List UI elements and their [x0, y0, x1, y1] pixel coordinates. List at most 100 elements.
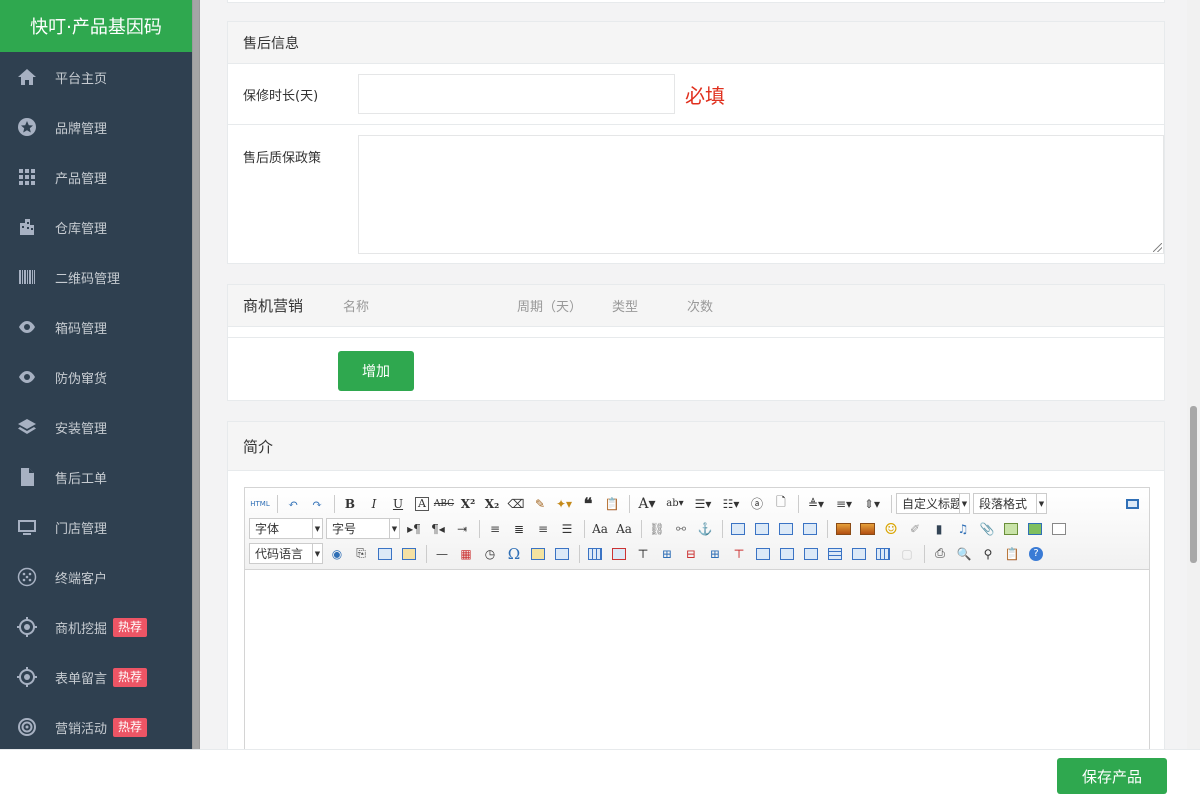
sidebar-scrollbar[interactable] [192, 0, 200, 800]
insert-video-icon[interactable]: ▮ [928, 518, 950, 540]
rtl-direction-icon[interactable]: ¶◂ [427, 518, 449, 540]
strikethrough-icon[interactable]: ABC [433, 493, 455, 515]
sidebar-item-opportunity[interactable]: 商机挖掘 热荐 [0, 602, 192, 652]
sidebar-item-warehouse[interactable]: 仓库管理 [0, 202, 192, 252]
uppercase-icon[interactable]: Aa [589, 518, 611, 540]
format-brush-icon[interactable]: ✎ [529, 493, 551, 515]
paste-plain-icon[interactable]: 📋 [601, 493, 623, 515]
sidebar-item-product[interactable]: 产品管理 [0, 152, 192, 202]
bold-icon[interactable]: B [339, 493, 361, 515]
add-marketing-button[interactable]: 增加 [338, 351, 414, 391]
merge-down-icon[interactable] [800, 543, 822, 565]
simple-upload-icon[interactable] [832, 518, 854, 540]
paragraph-format-select[interactable]: 段落格式 ▼ [973, 493, 1047, 514]
align-right-icon[interactable]: ≡ [532, 518, 554, 540]
sidebar-item-install[interactable]: 安装管理 [0, 402, 192, 452]
select-all-icon[interactable]: ⓐ [746, 493, 768, 515]
link-icon[interactable]: ⛓ [646, 518, 668, 540]
split-to-cols-icon[interactable] [872, 543, 894, 565]
html-source-icon[interactable]: HTML [249, 493, 271, 515]
delete-table-icon[interactable] [608, 543, 630, 565]
insert-col-icon[interactable]: ⊞ [704, 543, 726, 565]
emotion-icon[interactable]: ☺ [880, 518, 902, 540]
fullscreen-icon[interactable] [1121, 493, 1143, 515]
undo-icon[interactable]: ↶ [282, 493, 304, 515]
image-center-icon[interactable] [799, 518, 821, 540]
row-spacing-top-icon[interactable]: ≜▾ [803, 493, 829, 515]
music-icon[interactable]: ♫ [952, 518, 974, 540]
horizontal-rule-icon[interactable]: — [431, 543, 453, 565]
image-left-icon[interactable] [751, 518, 773, 540]
search-icon[interactable]: ⚲ [977, 543, 999, 565]
date-icon[interactable]: ▦ [455, 543, 477, 565]
font-color-icon[interactable]: A▾ [634, 493, 660, 515]
sidebar-scrollbar-thumb[interactable] [193, 0, 199, 800]
insert-paragraph-before-table-icon[interactable]: ⊤ [632, 543, 654, 565]
help-icon[interactable]: ? [1025, 543, 1047, 565]
sidebar-item-qrcode[interactable]: 二维码管理 [0, 252, 192, 302]
code-language-select[interactable]: 代码语言 ▼ [249, 543, 323, 564]
font-family-select[interactable]: 字体 ▼ [249, 518, 323, 539]
split-to-cells-icon[interactable] [824, 543, 846, 565]
merge-cells-icon[interactable] [752, 543, 774, 565]
insert-row-icon[interactable]: ⊞ [656, 543, 678, 565]
page-scrollbar[interactable] [1187, 0, 1200, 800]
superscript-icon[interactable]: X² [457, 493, 479, 515]
scrawl-icon[interactable]: ✐ [904, 518, 926, 540]
background-icon[interactable] [398, 543, 420, 565]
row-spacing-bottom-icon[interactable]: ≡▾ [831, 493, 857, 515]
unlink-icon[interactable]: ⚯ [670, 518, 692, 540]
attachment-icon[interactable]: 📎 [976, 518, 998, 540]
sidebar-item-boxcode[interactable]: 箱码管理 [0, 302, 192, 352]
warranty-days-input[interactable] [358, 74, 675, 114]
lowercase-icon[interactable]: Aa [613, 518, 635, 540]
clear-doc-icon[interactable]: 🗋 [770, 493, 792, 515]
chart-icon[interactable]: ▢ [896, 543, 918, 565]
sidebar-item-form-message[interactable]: 表单留言 热荐 [0, 652, 192, 702]
align-justify-icon[interactable]: ☰ [556, 518, 578, 540]
ordered-list-icon[interactable]: ☰▾ [690, 493, 716, 515]
page-break-icon[interactable]: ⎘ [350, 543, 372, 565]
web-image-icon[interactable]: ◉ [326, 543, 348, 565]
gmap-icon[interactable] [1024, 518, 1046, 540]
sidebar-item-store[interactable]: 门店管理 [0, 502, 192, 552]
special-char-icon[interactable]: Ω [503, 543, 525, 565]
insert-frame-icon[interactable] [1048, 518, 1070, 540]
sidebar-item-ticket[interactable]: 售后工单 [0, 452, 192, 502]
sidebar-item-campaign[interactable]: 营销活动 热荐 [0, 702, 192, 752]
image-right-icon[interactable] [775, 518, 797, 540]
blockquote-icon[interactable]: ❝ [577, 493, 599, 515]
drafts-icon[interactable]: 📋 [1001, 543, 1023, 565]
font-size-select[interactable]: 字号 ▼ [326, 518, 400, 539]
merge-right-icon[interactable] [776, 543, 798, 565]
align-left-icon[interactable]: ≡ [484, 518, 506, 540]
custom-title-select[interactable]: 自定义标题 ▼ [896, 493, 970, 514]
auto-format-icon[interactable]: ✦▾ [553, 493, 575, 515]
search-replace-icon[interactable] [527, 543, 549, 565]
underline-icon[interactable]: U [387, 493, 409, 515]
image-none-icon[interactable] [727, 518, 749, 540]
print-icon[interactable]: ⎙ [929, 543, 951, 565]
editor-content-area[interactable] [245, 570, 1149, 766]
delete-col-icon[interactable]: ⊤ [728, 543, 750, 565]
sidebar-item-home[interactable]: 平台主页 [0, 52, 192, 102]
page-scrollbar-thumb[interactable] [1190, 406, 1197, 563]
italic-icon[interactable]: I [363, 493, 385, 515]
font-border-icon[interactable]: A [415, 496, 429, 511]
policy-textarea[interactable] [358, 135, 1164, 254]
line-height-icon[interactable]: ⇕▾ [859, 493, 885, 515]
redo-icon[interactable]: ↷ [306, 493, 328, 515]
save-product-button[interactable]: 保存产品 [1057, 758, 1167, 794]
delete-row-icon[interactable]: ⊟ [680, 543, 702, 565]
snapscreen-icon[interactable] [551, 543, 573, 565]
indent-icon[interactable]: ⇥ [451, 518, 473, 540]
brand-title[interactable]: 快叮·产品基因码 [0, 0, 192, 52]
eraser-icon[interactable]: ⌫ [505, 493, 527, 515]
time-icon[interactable]: ◷ [479, 543, 501, 565]
map-icon[interactable] [1000, 518, 1022, 540]
ltr-direction-icon[interactable]: ▸¶ [403, 518, 425, 540]
split-to-rows-icon[interactable] [848, 543, 870, 565]
align-center-icon[interactable]: ≣ [508, 518, 530, 540]
resize-grip-icon[interactable] [1153, 243, 1162, 252]
subscript-icon[interactable]: X₂ [481, 493, 503, 515]
